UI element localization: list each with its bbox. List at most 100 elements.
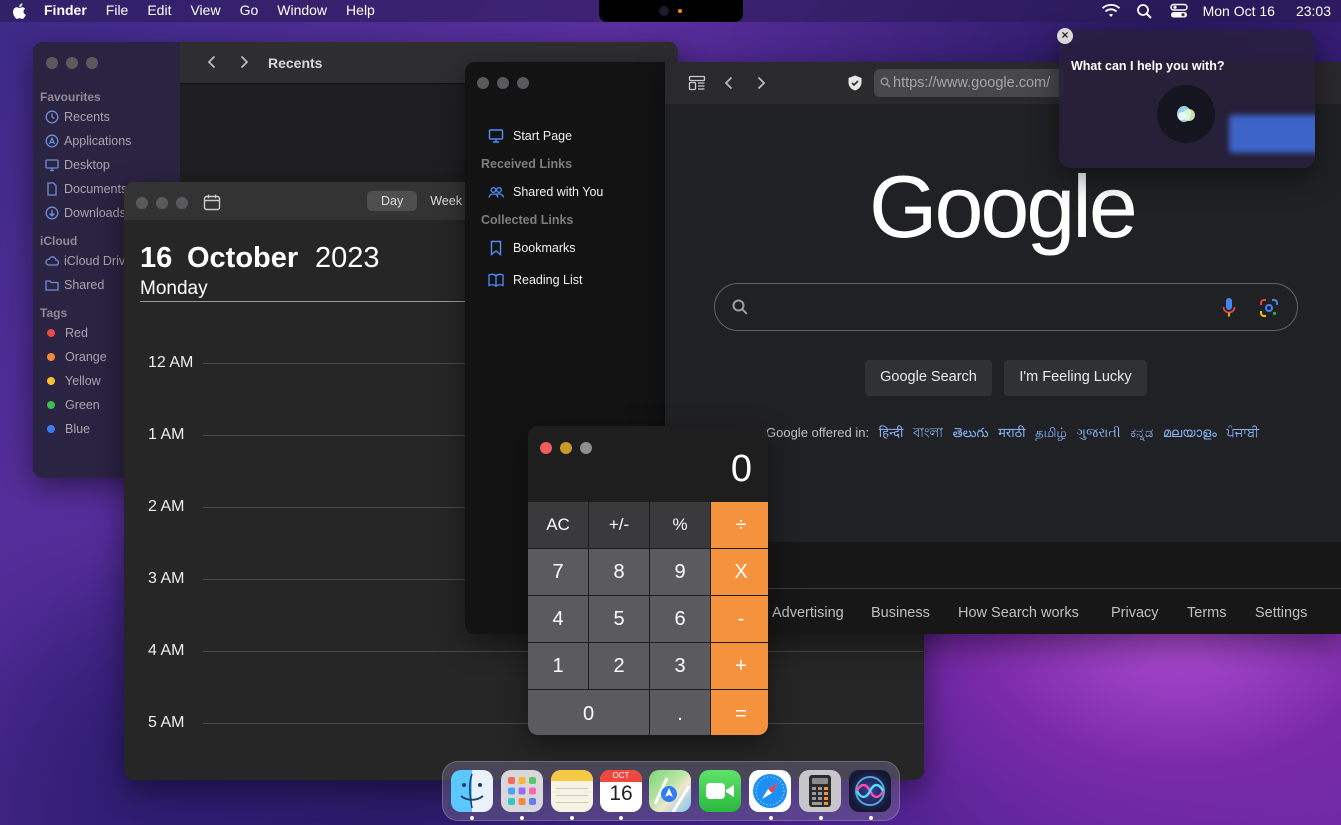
menu-app-name[interactable]: Finder	[44, 2, 87, 18]
sidebar-tag-yellow[interactable]: Yellow	[45, 374, 101, 388]
key-decimal[interactable]: .	[650, 690, 710, 735]
sidebar-toggle-icon[interactable]	[688, 74, 706, 92]
key-4[interactable]: 4	[528, 596, 588, 642]
sidebar-item-recents[interactable]: Recents	[45, 110, 110, 124]
key-subtract[interactable]: -	[711, 596, 768, 642]
menu-view[interactable]: View	[190, 2, 220, 18]
menu-file[interactable]: File	[106, 2, 129, 18]
finder-icon[interactable]	[451, 770, 493, 812]
menu-help[interactable]: Help	[346, 2, 375, 18]
sidebar-section-collected-links: Collected Links	[481, 213, 574, 227]
siri-icon[interactable]	[849, 770, 891, 812]
key-percent[interactable]: %	[650, 502, 710, 548]
menu-edit[interactable]: Edit	[147, 2, 171, 18]
privacy-shield-icon[interactable]	[846, 74, 864, 92]
menubar-date[interactable]: Mon Oct 16	[1203, 3, 1275, 19]
calculator-icon[interactable]	[799, 770, 841, 812]
key-clear[interactable]: AC	[528, 502, 588, 548]
key-sign[interactable]: +/-	[589, 502, 649, 548]
language-link[interactable]: ગુજરાતી	[1077, 425, 1121, 440]
sidebar-tag-blue[interactable]: Blue	[45, 422, 90, 436]
sidebar-tag-green[interactable]: Green	[45, 398, 100, 412]
key-1[interactable]: 1	[528, 643, 588, 689]
sidebar-item-applications[interactable]: Applications	[45, 134, 131, 148]
people-icon	[488, 187, 504, 198]
tab-day[interactable]: Day	[367, 191, 418, 211]
menu-window[interactable]: Window	[277, 2, 327, 18]
key-7[interactable]: 7	[528, 549, 588, 595]
safari-icon[interactable]	[749, 770, 791, 812]
language-link[interactable]: తెలుగు	[953, 425, 989, 440]
forward-chevron-icon[interactable]	[754, 75, 768, 91]
sidebar-item-bookmarks[interactable]: Bookmarks	[488, 240, 576, 256]
siri-close-button[interactable]: ×	[1057, 28, 1073, 44]
sidebar-item-reading-list[interactable]: Reading List	[488, 272, 583, 288]
sidebar-item-shared[interactable]: Shared	[45, 278, 104, 292]
sidebar-item-downloads[interactable]: Downloads	[45, 206, 126, 220]
control-center-icon[interactable]	[1169, 3, 1189, 19]
sidebar-item-icloud-drive[interactable]: iCloud Drive	[45, 254, 132, 268]
wifi-icon[interactable]	[1101, 3, 1121, 19]
sidebar-section-icloud: iCloud	[40, 234, 78, 248]
footer-link-how-search-works[interactable]: How Search works	[958, 605, 1079, 621]
address-bar[interactable]: https://www.google.com/	[874, 69, 1064, 97]
microphone-icon[interactable]	[1221, 297, 1237, 319]
sidebar-item-desktop[interactable]: Desktop	[45, 158, 110, 172]
dock: OCT 16	[442, 761, 900, 821]
language-link[interactable]: বাংলা	[913, 425, 943, 440]
key-0[interactable]: 0	[528, 690, 649, 735]
key-add[interactable]: +	[711, 643, 768, 689]
key-6[interactable]: 6	[650, 596, 710, 642]
footer-link-terms[interactable]: Terms	[1187, 605, 1226, 621]
footer-link-business[interactable]: Business	[871, 605, 930, 621]
sidebar-item-shared-with-you[interactable]: Shared with You	[488, 184, 603, 200]
key-5[interactable]: 5	[589, 596, 649, 642]
forward-chevron-icon[interactable]	[237, 54, 251, 70]
key-3[interactable]: 3	[650, 643, 710, 689]
search-icon[interactable]	[1135, 3, 1155, 19]
hour-label: 2 AM	[148, 498, 185, 515]
language-link[interactable]: ಕನ್ನಡ	[1130, 425, 1153, 440]
footer-link-advertising[interactable]: Advertising	[772, 605, 844, 621]
key-8[interactable]: 8	[589, 549, 649, 595]
language-link[interactable]: മലയാളം	[1163, 425, 1217, 440]
launchpad-icon[interactable]	[501, 770, 543, 812]
sidebar-item-start-page[interactable]: Start Page	[488, 128, 572, 144]
facetime-icon[interactable]	[699, 770, 741, 812]
google-search-input[interactable]	[714, 283, 1298, 331]
google-search-button[interactable]: Google Search	[865, 360, 992, 396]
sidebar-item-documents[interactable]: Documents	[45, 182, 127, 196]
siri-orb-icon[interactable]	[1157, 85, 1215, 143]
key-multiply[interactable]: X	[711, 549, 768, 595]
language-link[interactable]: தமிழ்	[1035, 425, 1067, 440]
maps-icon[interactable]	[649, 770, 691, 812]
finder-window-controls[interactable]	[46, 57, 98, 69]
apple-icon[interactable]	[12, 2, 28, 20]
language-link[interactable]: हिन्दी	[879, 425, 904, 440]
menubar-time[interactable]: 23:03	[1296, 3, 1331, 19]
bookmark-icon	[490, 240, 502, 256]
back-chevron-icon[interactable]	[722, 75, 736, 91]
key-divide[interactable]: ÷	[711, 502, 768, 548]
key-2[interactable]: 2	[589, 643, 649, 689]
notes-icon[interactable]	[551, 770, 593, 812]
feeling-lucky-button[interactable]: I'm Feeling Lucky	[1004, 360, 1147, 396]
key-equals[interactable]: =	[711, 690, 768, 735]
menu-go[interactable]: Go	[240, 2, 259, 18]
sidebar-item-label: Reading List	[513, 273, 583, 287]
calculator-window-controls[interactable]	[540, 442, 592, 454]
language-link[interactable]: ਪੰਜਾਬੀ	[1226, 425, 1259, 440]
calendar-icon[interactable]: OCT 16	[600, 770, 642, 812]
footer-link-settings[interactable]: Settings	[1255, 605, 1307, 621]
tag-label: Orange	[65, 350, 107, 364]
google-lens-icon[interactable]	[1259, 298, 1279, 318]
back-chevron-icon[interactable]	[205, 54, 219, 70]
safari-window-controls[interactable]	[477, 77, 529, 89]
footer-link-privacy[interactable]: Privacy	[1111, 605, 1159, 621]
sidebar-tag-red[interactable]: Red	[45, 326, 88, 340]
sidebar-tag-orange[interactable]: Orange	[45, 350, 107, 364]
language-link[interactable]: मराठी	[998, 425, 1025, 440]
calendar-list-icon[interactable]	[203, 194, 221, 211]
key-9[interactable]: 9	[650, 549, 710, 595]
calendar-window-controls[interactable]	[136, 197, 188, 209]
